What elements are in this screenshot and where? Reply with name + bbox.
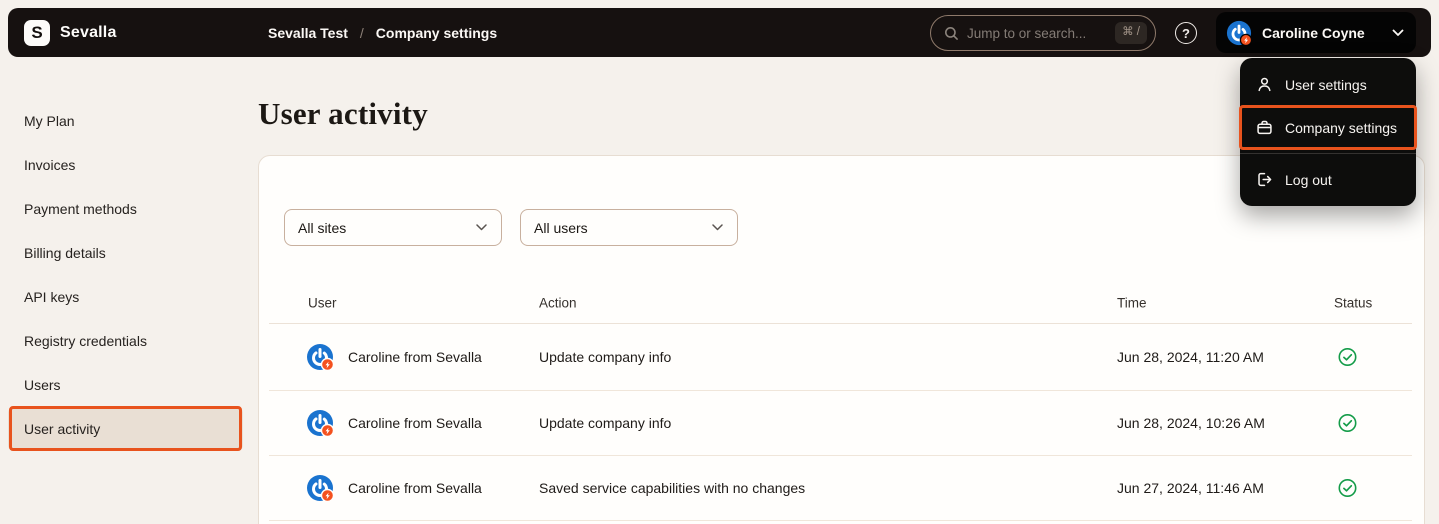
column-header-status: Status [1334,295,1372,310]
sidebar-item-label: Users [24,377,61,393]
search-input[interactable] [967,26,1115,41]
sidebar-item-registry-credentials[interactable]: Registry credentials [8,319,243,363]
user-cell: Caroline from Sevalla [306,474,482,502]
user-cell: Caroline from Sevalla [306,409,482,437]
sites-filter-value: All sites [298,220,346,236]
logout-icon [1256,171,1273,188]
page-title: User activity [258,96,428,132]
menu-item-user-settings[interactable]: User settings [1240,63,1416,106]
logo-wordmark: Sevalla [60,24,117,42]
action-cell: Saved service capabilities with no chang… [539,480,805,496]
user-activity-card: All sites All users User Action Time Sta… [258,155,1425,524]
time-cell: Jun 27, 2024, 11:46 AM [1117,480,1264,496]
filters-row: All sites All users [284,209,738,246]
sidebar-item-users[interactable]: Users [8,363,243,407]
menu-item-log-out[interactable]: Log out [1240,158,1416,201]
success-check-icon [1338,414,1357,433]
user-avatar [306,343,334,371]
table-row: Caroline from Sevalla Update company inf… [269,391,1412,456]
user-icon [1256,76,1273,93]
time-cell: Jun 28, 2024, 10:26 AM [1117,415,1265,431]
chevron-down-icon [1392,29,1404,37]
column-header-user: User [308,295,337,310]
users-filter-value: All users [534,220,588,236]
user-name: Caroline from Sevalla [348,480,482,496]
help-glyph: ? [1182,26,1190,41]
settings-sidebar: My Plan Invoices Payment methods Billing… [8,99,243,451]
sidebar-item-label: API keys [24,289,79,305]
top-header-bar: S Sevalla Sevalla Test / Company setting… [8,8,1431,57]
success-check-icon [1338,348,1357,367]
user-avatar [306,474,334,502]
sidebar-item-label: Billing details [24,245,106,261]
breadcrumb-page[interactable]: Company settings [376,25,497,41]
user-menu-button[interactable]: Caroline Coyne [1216,12,1416,53]
sidebar-item-label: Invoices [24,157,75,173]
search-shortcut-badge: ⌘ / [1115,22,1147,44]
user-name: Caroline Coyne [1262,25,1382,41]
logo-glyph: S [31,23,42,43]
briefcase-icon [1256,119,1273,136]
chevron-down-icon [712,224,723,231]
breadcrumb-separator: / [360,25,364,41]
table-row: Caroline from Sevalla Update company inf… [269,324,1412,391]
chevron-down-icon [476,224,487,231]
sidebar-item-label: Registry credentials [24,333,147,349]
users-filter-select[interactable]: All users [520,209,738,246]
menu-divider [1240,153,1416,154]
sidebar-item-my-plan[interactable]: My Plan [8,99,243,143]
sidebar-item-api-keys[interactable]: API keys [8,275,243,319]
table-header-row: User Action Time Status [269,282,1412,324]
breadcrumb: Sevalla Test / Company settings [268,8,497,57]
menu-item-label: Log out [1285,172,1332,188]
column-header-time: Time [1117,295,1147,310]
action-cell: Update company info [539,415,671,431]
success-check-icon [1338,479,1357,498]
sidebar-item-invoices[interactable]: Invoices [8,143,243,187]
sidebar-item-billing-details[interactable]: Billing details [8,231,243,275]
menu-item-label: Company settings [1285,120,1397,136]
sevalla-logo-icon: S [24,20,50,46]
menu-item-company-settings[interactable]: Company settings [1240,106,1416,149]
user-avatar [306,409,334,437]
sevalla-logo[interactable]: S Sevalla [24,8,117,57]
user-name: Caroline from Sevalla [348,349,482,365]
help-icon[interactable]: ? [1175,22,1197,44]
user-name: Caroline from Sevalla [348,415,482,431]
breadcrumb-project[interactable]: Sevalla Test [268,25,348,41]
user-avatar [1226,20,1252,46]
sidebar-item-user-activity[interactable]: User activity [8,407,243,451]
action-cell: Update company info [539,349,671,365]
sites-filter-select[interactable]: All sites [284,209,502,246]
time-cell: Jun 28, 2024, 11:20 AM [1117,349,1264,365]
menu-item-label: User settings [1285,77,1367,93]
sidebar-item-payment-methods[interactable]: Payment methods [8,187,243,231]
search-icon [944,26,959,41]
column-header-action: Action [539,295,577,310]
sidebar-item-label: User activity [24,421,100,437]
user-cell: Caroline from Sevalla [306,343,482,371]
sidebar-item-label: Payment methods [24,201,137,217]
global-search[interactable]: ⌘ / [930,15,1156,51]
sidebar-item-label: My Plan [24,113,75,129]
table-row: Caroline from Sevalla Saved service capa… [269,456,1412,521]
user-dropdown-menu: User settings Company settings Log out [1240,58,1416,206]
